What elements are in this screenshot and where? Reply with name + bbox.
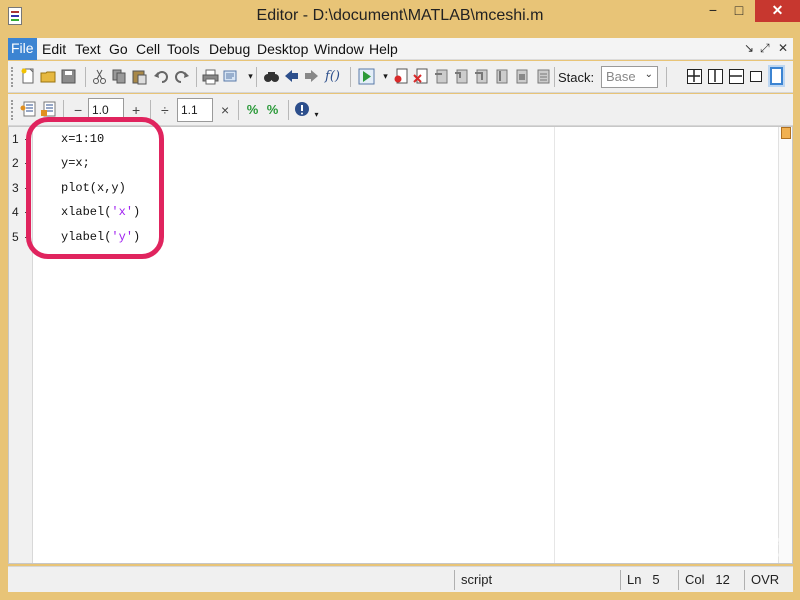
multiplier-value-input[interactable]: 1.1 xyxy=(177,98,213,122)
status-mode: script xyxy=(454,570,620,590)
clear-breakpoint-icon[interactable] xyxy=(413,68,430,85)
divide-button[interactable]: ÷ xyxy=(161,102,169,118)
cut-icon[interactable] xyxy=(91,68,108,85)
function-icon[interactable]: f() xyxy=(324,68,341,85)
float-icon[interactable] xyxy=(750,71,762,82)
multiply-button[interactable]: × xyxy=(221,102,229,118)
undo-icon[interactable] xyxy=(153,68,170,85)
close-button[interactable]: ✕ xyxy=(755,0,800,22)
comment-icon[interactable]: % xyxy=(244,101,261,118)
chevron-down-icon: ⌄ xyxy=(644,69,653,80)
menu-go[interactable]: Go xyxy=(109,41,128,57)
menu-bar: File Edit Text Go Cell Tools Debug Deskt… xyxy=(8,38,793,60)
menu-desktop[interactable]: Desktop xyxy=(257,41,308,57)
toolbar-separator xyxy=(238,100,239,120)
open-folder-icon[interactable] xyxy=(40,68,57,85)
toolbar-separator xyxy=(554,67,555,87)
split-horizontal-icon[interactable] xyxy=(729,69,744,84)
menu-cell[interactable]: Cell xyxy=(136,41,160,57)
line-number: 3 xyxy=(12,181,19,195)
dock-icon[interactable]: ↘ xyxy=(744,41,754,55)
status-ln-value: 5 xyxy=(652,572,660,587)
copy-icon[interactable] xyxy=(111,68,128,85)
toolbar-grip[interactable] xyxy=(11,67,14,87)
increment-button[interactable]: + xyxy=(132,102,140,118)
print-icon[interactable] xyxy=(202,68,219,85)
status-line: Ln 5 xyxy=(620,570,676,590)
scroll-marker[interactable] xyxy=(781,127,791,139)
step-icon[interactable] xyxy=(433,68,450,85)
forward-icon[interactable] xyxy=(303,68,320,85)
find-files-icon[interactable] xyxy=(222,68,239,85)
menu-help[interactable]: Help xyxy=(369,41,398,57)
main-toolbar: ▾ f() ▾ Stack: Base ⌄ xyxy=(8,61,793,93)
status-bar: script Ln 5 Col 12 OVR xyxy=(8,566,793,592)
close-doc-icon[interactable]: ✕ xyxy=(778,41,788,55)
stack-select-value: Base xyxy=(606,69,636,84)
right-margin-line xyxy=(554,127,555,563)
toolbar-grip[interactable] xyxy=(11,100,14,120)
menu-tools[interactable]: Tools xyxy=(167,41,200,57)
step-in-icon[interactable] xyxy=(453,68,470,85)
maximize-button[interactable]: □ xyxy=(726,0,752,22)
split-vertical-icon[interactable] xyxy=(708,69,723,84)
run-dropdown-icon[interactable]: ▾ xyxy=(377,68,394,85)
toolbar-separator xyxy=(666,67,667,87)
decrement-button[interactable]: − xyxy=(74,102,82,118)
baidu-watermark-url: jingyan.baidu.com xyxy=(635,552,716,563)
tile-icon[interactable] xyxy=(687,69,702,84)
set-breakpoint-icon[interactable] xyxy=(393,68,410,85)
run-icon[interactable] xyxy=(358,68,375,85)
menu-edit[interactable]: Edit xyxy=(42,41,66,57)
line-number: 4 xyxy=(12,205,19,219)
toolbar-separator xyxy=(85,67,86,87)
status-col-label: Col xyxy=(685,572,705,587)
title-bar: Editor - D:\document\MATLAB\mceshi.m − □… xyxy=(0,0,800,36)
step-out-icon[interactable] xyxy=(473,68,490,85)
undock-icon[interactable]: ⤢ xyxy=(760,41,770,56)
save-icon[interactable] xyxy=(60,68,77,85)
stack-label: Stack: xyxy=(558,70,595,85)
toolbar-separator xyxy=(256,67,257,87)
stack-select[interactable]: Base ⌄ xyxy=(601,66,658,88)
help-dropdown-icon[interactable]: ▾ xyxy=(308,106,325,123)
maximize-doc-icon[interactable] xyxy=(770,67,783,85)
insert-cell-icon[interactable] xyxy=(20,101,37,118)
toolbar-separator xyxy=(196,67,197,87)
toolbar-separator xyxy=(150,100,151,120)
eval-cell-icon[interactable] xyxy=(40,101,57,118)
annotation-highlight xyxy=(26,117,164,259)
vertical-scrollbar[interactable] xyxy=(778,127,792,563)
line-number: 1 xyxy=(12,132,19,146)
status-ln-label: Ln xyxy=(627,572,642,587)
continue-icon[interactable] xyxy=(493,68,510,85)
line-number: 5 xyxy=(12,230,19,244)
minimize-button[interactable]: − xyxy=(700,0,726,22)
status-col-value: 12 xyxy=(715,572,730,587)
uncomment-icon[interactable]: % xyxy=(264,101,281,118)
line-number: 2 xyxy=(12,156,19,170)
find-icon[interactable] xyxy=(263,68,280,85)
menu-window[interactable]: Window xyxy=(314,41,364,57)
exit-debug-icon[interactable] xyxy=(513,68,530,85)
stack-icon[interactable] xyxy=(535,68,552,85)
redo-icon[interactable] xyxy=(173,68,190,85)
paste-icon[interactable] xyxy=(131,68,148,85)
menu-file[interactable]: File xyxy=(8,38,37,60)
menu-text[interactable]: Text xyxy=(75,41,101,57)
status-column: Col 12 xyxy=(678,570,744,590)
window-title: Editor - D:\document\MATLAB\mceshi.m xyxy=(256,7,544,24)
back-icon[interactable] xyxy=(283,68,300,85)
menu-debug[interactable]: Debug xyxy=(209,41,250,57)
toolbar-separator xyxy=(288,100,289,120)
toolbar-separator xyxy=(350,67,351,87)
new-file-icon[interactable] xyxy=(20,68,37,85)
status-ovr: OVR xyxy=(744,570,793,590)
